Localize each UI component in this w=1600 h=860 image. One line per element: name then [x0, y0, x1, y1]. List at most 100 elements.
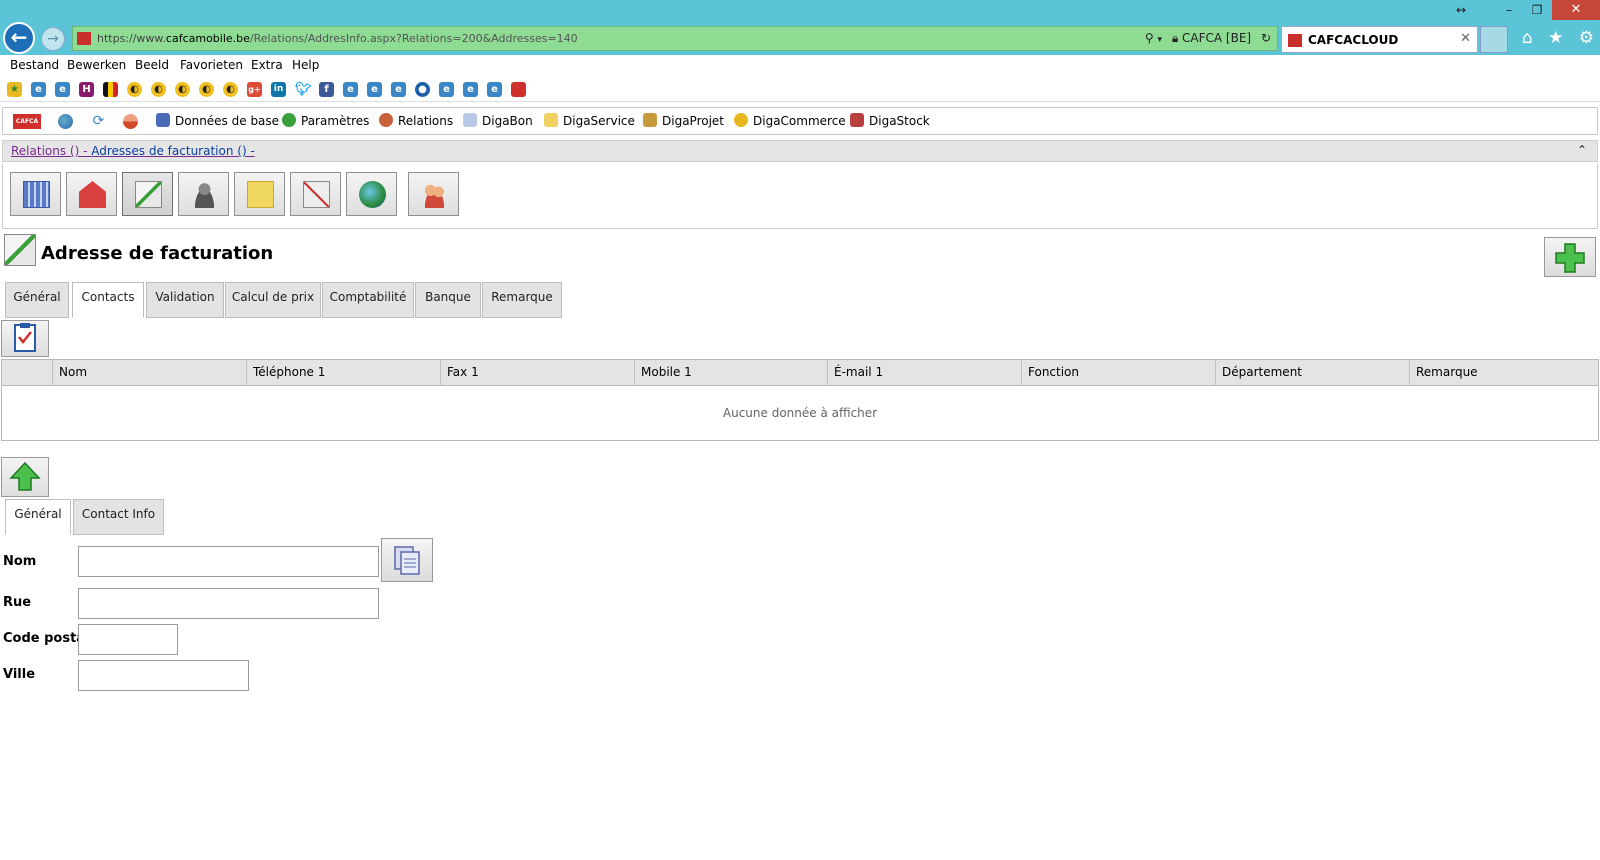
menu-bestand[interactable]: Bestand — [10, 58, 59, 72]
column-mobile[interactable]: Mobile 1 — [634, 360, 827, 385]
menu-parametres[interactable]: Paramètres — [282, 113, 369, 128]
menu-digaprojet[interactable]: DigaProjet — [643, 113, 724, 128]
menu-favorieten[interactable]: Favorieten — [180, 58, 243, 72]
facebook-icon[interactable]: f — [319, 82, 334, 97]
speedometer-icon[interactable]: ◐ — [151, 82, 166, 97]
menu-donnees-de-base[interactable]: Données de base — [156, 113, 279, 128]
code-postal-input[interactable] — [78, 624, 178, 655]
ie-favorite-icon[interactable]: e — [367, 82, 382, 97]
ie-favorite-icon[interactable]: e — [391, 82, 406, 97]
browser-tab[interactable]: CAFCACLOUD ✕ — [1281, 26, 1478, 53]
url-text[interactable]: https://www.cafcamobile.be/Relations/Add… — [97, 32, 578, 45]
building-button[interactable] — [10, 172, 61, 216]
add-button[interactable] — [1544, 237, 1596, 277]
menu-bewerken[interactable]: Bewerken — [67, 58, 126, 72]
back-button[interactable]: ← — [3, 22, 35, 54]
collapse-chevron-icon[interactable]: ⌃ — [1577, 143, 1587, 157]
tab-favicon — [1288, 34, 1302, 47]
web-button[interactable] — [346, 172, 397, 216]
speedometer-icon[interactable]: ◐ — [223, 82, 238, 97]
speedometer-icon[interactable]: ◐ — [199, 82, 214, 97]
favorites-star-icon[interactable]: ★ — [1548, 28, 1563, 48]
speedometer-icon[interactable]: ◐ — [175, 82, 190, 97]
menu-relations[interactable]: Relations — [379, 113, 453, 128]
close-tab-icon[interactable]: ✕ — [1460, 31, 1471, 46]
dropdown-icon[interactable]: ▾ — [1157, 35, 1162, 45]
cafca-favorite-icon[interactable] — [511, 82, 526, 97]
restore-size-icon[interactable]: ↔ — [1446, 1, 1476, 19]
close-window-button[interactable]: ✕ — [1552, 0, 1600, 20]
ie-favorite-icon[interactable]: e — [463, 82, 478, 97]
menu-digacommerce[interactable]: DigaCommerce — [734, 113, 846, 128]
billing-address-button[interactable] — [122, 172, 173, 216]
nom-input[interactable] — [78, 546, 379, 577]
no-documents-button[interactable] — [290, 172, 341, 216]
users-button[interactable] — [408, 172, 459, 216]
ie-favorite-icon[interactable]: e — [487, 82, 502, 97]
globe-icon[interactable] — [58, 114, 73, 129]
column-telephone[interactable]: Téléphone 1 — [246, 360, 440, 385]
search-icon[interactable]: ⚲ — [1145, 31, 1154, 45]
menu-extra[interactable]: Extra — [251, 58, 283, 72]
menu-digaservice[interactable]: DigaService — [544, 113, 635, 128]
documents-button[interactable] — [234, 172, 285, 216]
linkedin-icon[interactable]: in — [271, 82, 286, 97]
settings-gear-icon[interactable]: ⚙ — [1579, 28, 1594, 48]
breadcrumb-relations[interactable]: Relations () - — [11, 144, 91, 158]
google-plus-icon[interactable]: g+ — [247, 82, 262, 97]
tab-contacts[interactable]: Contacts — [72, 282, 144, 318]
h-favorite-icon[interactable]: H — [79, 82, 94, 97]
twitter-icon[interactable]: 🐦︎ — [295, 82, 312, 97]
user-icon[interactable] — [123, 114, 138, 129]
add-favorite-icon[interactable]: ★ — [7, 82, 22, 97]
ville-input[interactable] — [78, 660, 249, 691]
nom-label: Nom — [3, 554, 37, 569]
tab-banque[interactable]: Banque — [415, 282, 481, 318]
arrow-up-icon — [9, 461, 41, 491]
ie-favorite-icon[interactable]: e — [343, 82, 358, 97]
delivery-address-button[interactable] — [66, 172, 117, 216]
tab-calcul-de-prix[interactable]: Calcul de prix — [225, 282, 321, 318]
address-bar[interactable]: https://www.cafcamobile.be/Relations/Add… — [72, 26, 1278, 51]
sync-icon[interactable]: ⟳ — [91, 114, 106, 129]
tab-comptabilite[interactable]: Comptabilité — [322, 282, 414, 318]
refresh-icon[interactable]: ↻ — [1261, 31, 1271, 45]
site-identity[interactable]: CAFCA [BE] — [1182, 31, 1251, 45]
subtab-general[interactable]: Général — [5, 499, 71, 535]
ie-favorite-icon[interactable]: e — [31, 82, 46, 97]
menu-help[interactable]: Help — [292, 58, 319, 72]
forward-button[interactable]: → — [41, 27, 65, 51]
lock-icon[interactable]: 🔒︎ — [1172, 31, 1178, 45]
select-contacts-button[interactable] — [1, 320, 49, 357]
column-fax[interactable]: Fax 1 — [440, 360, 634, 385]
copy-name-button[interactable] — [381, 538, 433, 582]
column-email[interactable]: É-mail 1 — [827, 360, 1021, 385]
tab-remarque[interactable]: Remarque — [482, 282, 562, 318]
ie-favorite-icon[interactable]: e — [439, 82, 454, 97]
move-up-button[interactable] — [1, 457, 49, 497]
maximize-button[interactable]: ❐ — [1522, 1, 1552, 19]
column-departement[interactable]: Département — [1215, 360, 1409, 385]
column-remarque[interactable]: Remarque — [1409, 360, 1598, 385]
breadcrumb-adresses[interactable]: Adresses de facturation () - — [91, 144, 255, 158]
minimize-button[interactable]: – — [1494, 1, 1524, 19]
speedometer-icon[interactable]: ◐ — [127, 82, 142, 97]
belgium-flag-icon[interactable] — [103, 82, 118, 97]
rue-input[interactable] — [78, 588, 379, 619]
menu-digastock[interactable]: DigaStock — [850, 113, 930, 128]
contacts-button[interactable] — [178, 172, 229, 216]
tab-validation[interactable]: Validation — [146, 282, 224, 318]
tab-general[interactable]: Général — [5, 282, 69, 318]
menu-digabon[interactable]: DigaBon — [463, 113, 533, 128]
column-fonction[interactable]: Fonction — [1021, 360, 1215, 385]
column-nom[interactable]: Nom — [52, 360, 246, 385]
globe-icon[interactable]: ● — [415, 82, 430, 97]
menu-beeld[interactable]: Beeld — [135, 58, 169, 72]
home-icon[interactable]: ⌂ — [1522, 28, 1533, 48]
subtab-contact-info[interactable]: Contact Info — [73, 499, 164, 535]
ie-favorite-icon[interactable]: e — [55, 82, 70, 97]
cafca-logo[interactable]: CAFCA — [13, 114, 41, 129]
new-tab-button[interactable] — [1480, 26, 1508, 53]
breadcrumb-text[interactable]: Relations () - Adresses de facturation (… — [11, 144, 255, 158]
grid-select-column[interactable] — [2, 360, 52, 385]
